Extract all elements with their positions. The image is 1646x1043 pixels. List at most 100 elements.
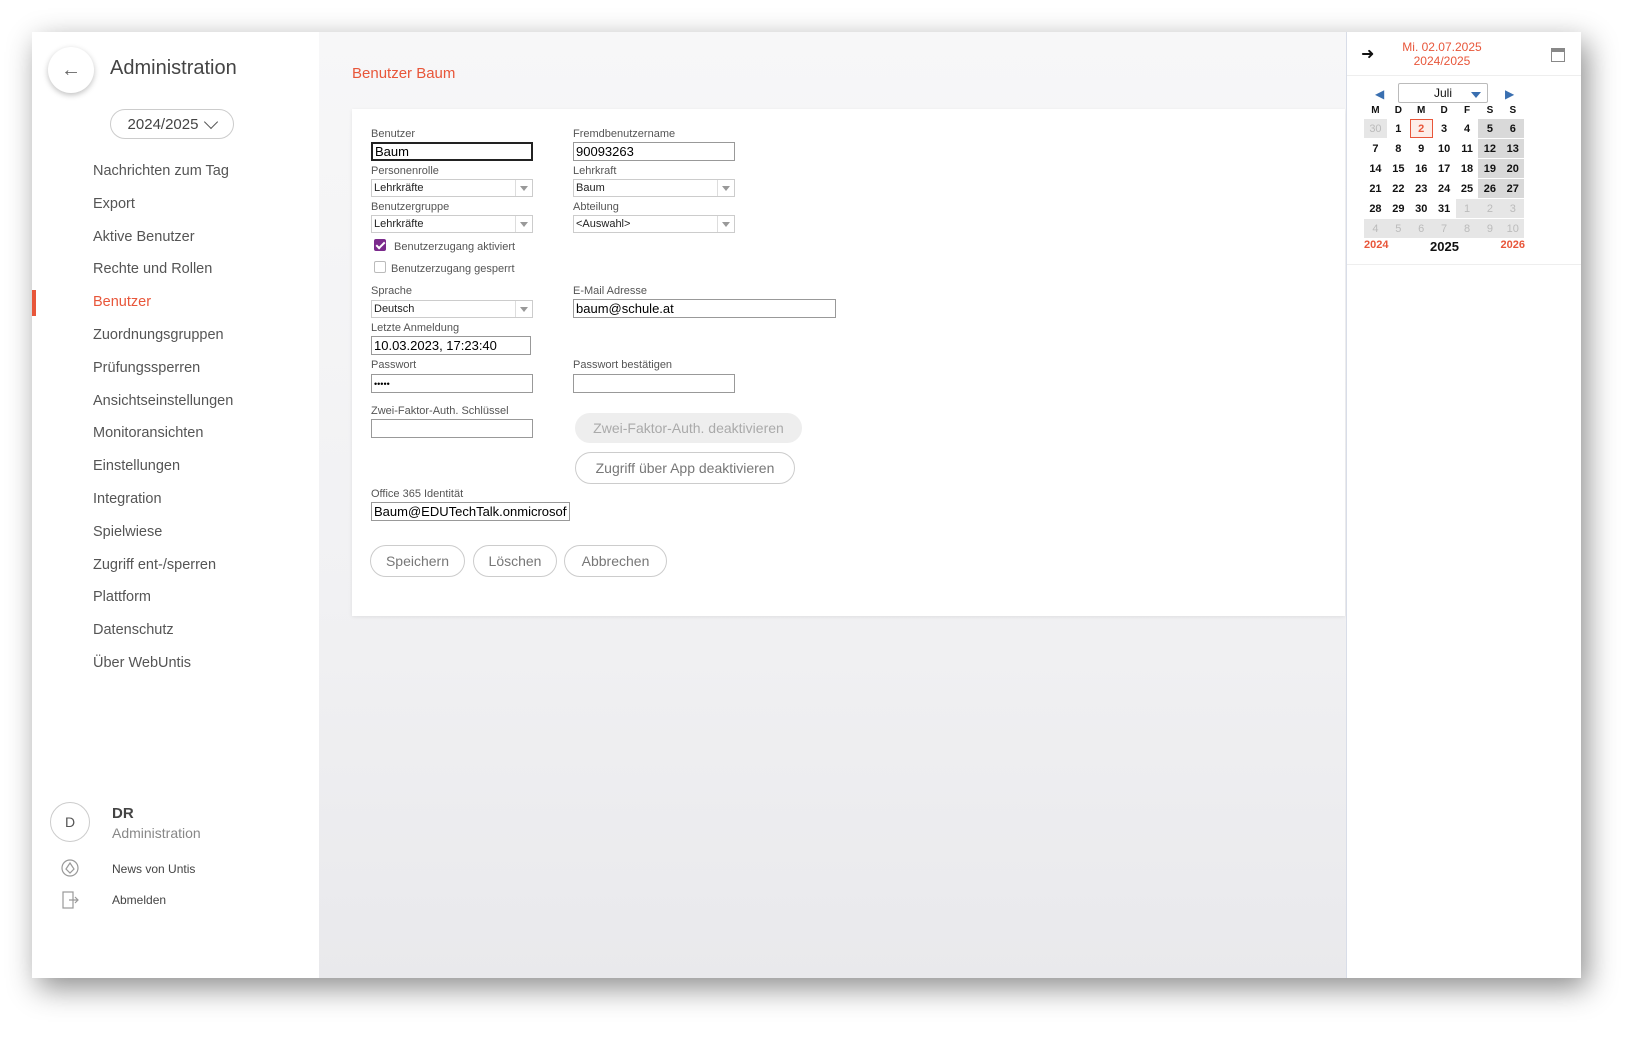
sidebar-item-einstellungen[interactable]: Einstellungen [32, 450, 319, 483]
sidebar-item-zuordnungsgruppen[interactable]: Zuordnungsgruppen [32, 319, 319, 352]
calendar-day[interactable]: 28 [1364, 199, 1387, 218]
calendar-day[interactable]: 7 [1432, 219, 1456, 238]
calendar-day[interactable]: 31 [1433, 199, 1456, 218]
calendar-day[interactable]: 13 [1501, 139, 1525, 158]
month-select[interactable]: Juli [1398, 83, 1488, 103]
sidebar-item-über-webuntis[interactable]: Über WebUntis [32, 647, 319, 680]
user-name: DR [112, 805, 134, 822]
calendar-day[interactable]: 18 [1456, 159, 1479, 178]
abteilung-select[interactable]: <Auswahl> [573, 215, 735, 233]
sidebar-item-plattform[interactable]: Plattform [32, 581, 319, 614]
sidebar-item-spielwiese[interactable]: Spielwiese [32, 516, 319, 549]
calendar-day[interactable]: 3 [1433, 119, 1456, 138]
next-month-icon[interactable]: ▶ [1505, 87, 1514, 101]
passwort-label: Passwort [371, 359, 417, 371]
calendar-icon[interactable] [1551, 48, 1565, 62]
year-switcher: 2024 2025 2026 [1364, 239, 1525, 254]
calendar-day[interactable]: 27 [1501, 179, 1525, 198]
avatar[interactable]: D [50, 802, 90, 842]
calendar-day[interactable]: 15 [1387, 159, 1410, 178]
calendar-day[interactable]: 26 [1478, 179, 1502, 198]
calendar-day[interactable]: 6 [1501, 119, 1525, 138]
sidebar-item-nachrichten-zum-tag[interactable]: Nachrichten zum Tag [32, 155, 319, 188]
app-zugriff-deaktivieren-button[interactable]: Zugriff über App deaktivieren [575, 452, 795, 484]
sidebar-item-zugriff-ent-sperren[interactable]: Zugriff ent-/sperren [32, 549, 319, 582]
arrow-right-icon[interactable]: ➜ [1361, 44, 1374, 64]
news-link[interactable]: News von Untis [112, 862, 195, 876]
calendar-day[interactable]: 22 [1387, 179, 1410, 198]
calendar-day[interactable]: 20 [1501, 159, 1525, 178]
zugang-aktiviert-checkbox[interactable] [374, 239, 386, 251]
calendar-day[interactable]: 30 [1410, 199, 1433, 218]
calendar-day[interactable]: 5 [1478, 119, 1502, 138]
personenrolle-select[interactable]: Lehrkräfte [371, 179, 533, 197]
calendar-day[interactable]: 9 [1410, 139, 1433, 158]
benutzergruppe-select[interactable]: Lehrkräfte [371, 215, 533, 233]
calendar-day[interactable]: 10 [1433, 139, 1456, 158]
calendar-day[interactable]: 4 [1456, 119, 1479, 138]
calendar-day[interactable]: 14 [1364, 159, 1387, 178]
prev-month-icon[interactable]: ◀ [1375, 87, 1384, 101]
back-button[interactable]: ← [48, 47, 94, 93]
calendar-day[interactable]: 24 [1433, 179, 1456, 198]
calendar-day[interactable]: 17 [1433, 159, 1456, 178]
delete-button[interactable]: Löschen [473, 545, 557, 577]
zweifaktor-deaktivieren-button[interactable]: Zwei-Faktor-Auth. deaktivieren [575, 413, 802, 443]
sprache-select[interactable]: Deutsch [371, 300, 533, 318]
sidebar-item-benutzer[interactable]: Benutzer [32, 286, 319, 319]
email-input[interactable] [573, 299, 836, 318]
school-year-select[interactable]: 2024/2025 [110, 109, 234, 139]
calendar-day[interactable]: 23 [1410, 179, 1433, 198]
sidebar-item-integration[interactable]: Integration [32, 483, 319, 516]
logout-link[interactable]: Abmelden [112, 893, 166, 907]
calendar-day[interactable]: 2 [1478, 199, 1502, 218]
year-link[interactable]: 2024 [1364, 239, 1388, 254]
zweifaktor-input[interactable] [371, 419, 533, 438]
current-school-year: 2024/2025 [1413, 54, 1471, 68]
year-link[interactable]: 2026 [1501, 239, 1525, 254]
calendar-day[interactable]: 1 [1455, 199, 1479, 218]
calendar-day[interactable]: 7 [1364, 139, 1387, 158]
sidebar-item-rechte-und-rollen[interactable]: Rechte und Rollen [32, 253, 319, 286]
calendar-day[interactable]: 3 [1501, 199, 1525, 218]
calendar-day[interactable]: 8 [1387, 139, 1410, 158]
sidebar-item-prüfungssperren[interactable]: Prüfungssperren [32, 352, 319, 385]
calendar-day[interactable]: 8 [1455, 219, 1479, 238]
cancel-button[interactable]: Abbrechen [564, 545, 667, 577]
calendar-day[interactable]: 19 [1478, 159, 1502, 178]
calendar-day[interactable]: 11 [1456, 139, 1479, 158]
calendar-day[interactable]: 6 [1409, 219, 1433, 238]
divider [1347, 264, 1581, 265]
lehrkraft-select[interactable]: Baum [573, 179, 735, 197]
calendar-day[interactable]: 2 [1409, 119, 1433, 138]
calendar-day[interactable]: 16 [1410, 159, 1433, 178]
calendar-day[interactable]: 1 [1387, 119, 1410, 138]
office-identitaet-input[interactable] [371, 502, 570, 521]
sidebar-item-datenschutz[interactable]: Datenschutz [32, 614, 319, 647]
sidebar-item-export[interactable]: Export [32, 188, 319, 221]
calendar-day[interactable]: 25 [1456, 179, 1479, 198]
calendar-day[interactable]: 9 [1478, 219, 1502, 238]
calendar-day[interactable]: 29 [1387, 199, 1410, 218]
calendar-day[interactable]: 12 [1478, 139, 1502, 158]
personenrolle-label: Personenrolle [371, 165, 439, 177]
save-button[interactable]: Speichern [370, 545, 465, 577]
zugang-gesperrt-checkbox[interactable] [374, 261, 386, 273]
calendar-day[interactable]: 10 [1501, 219, 1525, 238]
passwort-bestaetigen-input[interactable] [573, 374, 735, 393]
sidebar-item-monitoransichten[interactable]: Monitoransichten [32, 417, 319, 450]
calendar-panel: ➜ Mi. 02.07.2025 2024/2025 ◀ Juli ▶ M D M D… [1346, 32, 1581, 978]
sidebar-item-aktive-benutzer[interactable]: Aktive Benutzer [32, 221, 319, 254]
passwort-input[interactable] [371, 374, 533, 393]
calendar-day[interactable]: 21 [1364, 179, 1387, 198]
year-link[interactable]: 2025 [1430, 239, 1459, 254]
weekday-header: F [1463, 105, 1471, 116]
lehrkraft-value: Baum [576, 182, 605, 194]
calendar-day[interactable]: 30 [1364, 119, 1387, 138]
sidebar-item-ansichtseinstellungen[interactable]: Ansichtseinstellungen [32, 385, 319, 418]
letzte-anmeldung-input[interactable] [371, 336, 531, 355]
calendar-day[interactable]: 4 [1364, 219, 1387, 238]
fremdbenutzername-input[interactable] [573, 142, 735, 161]
calendar-day[interactable]: 5 [1386, 219, 1410, 238]
benutzer-input[interactable] [371, 142, 533, 161]
